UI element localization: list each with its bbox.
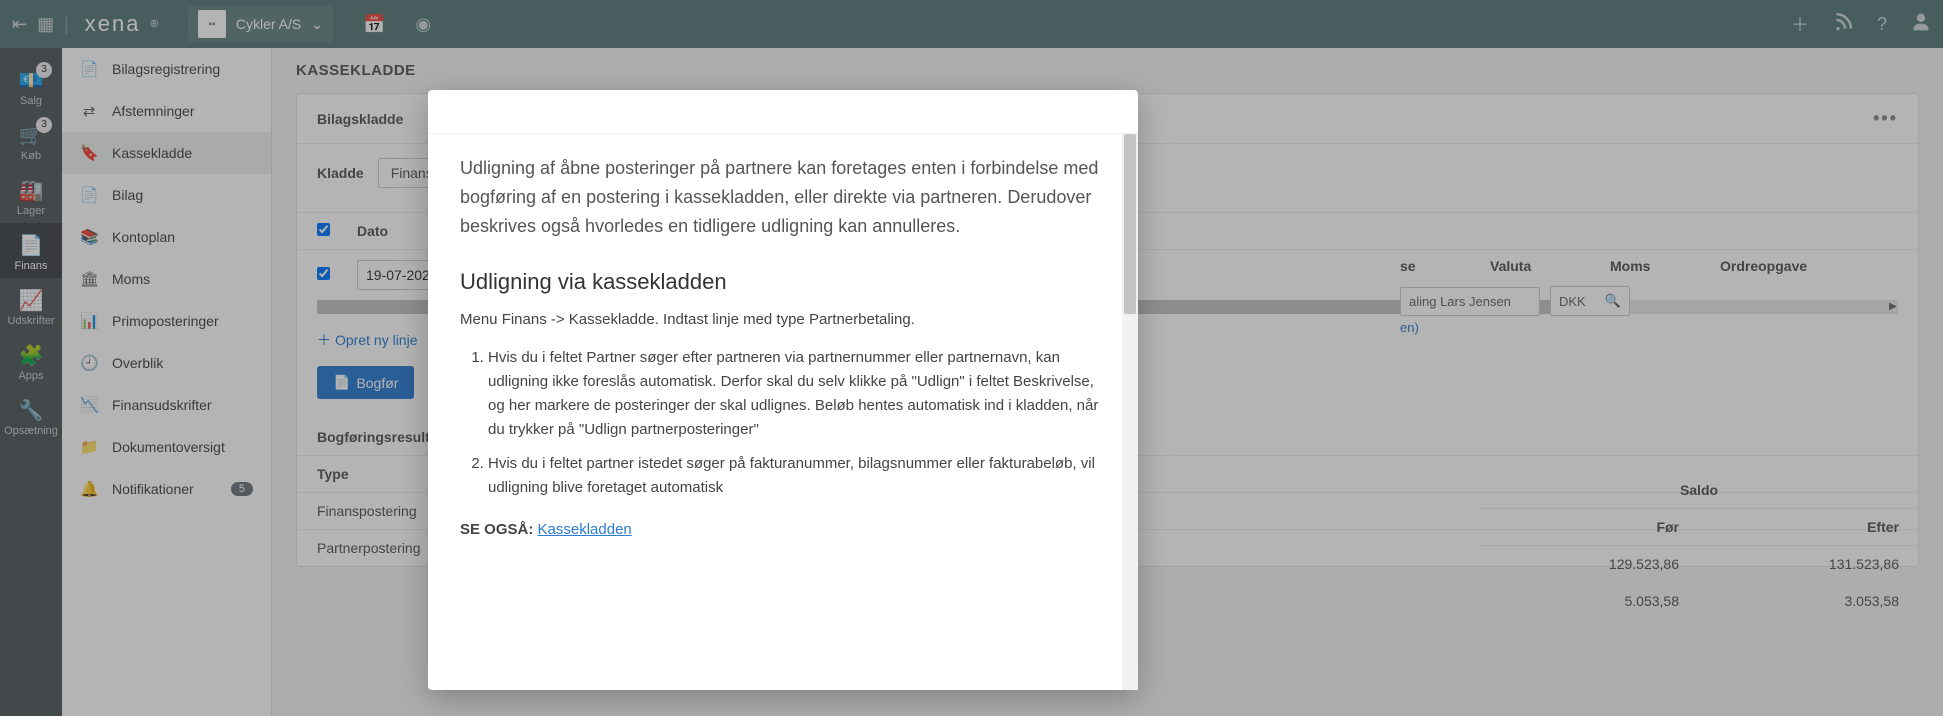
- see-also-label: SE OGSÅ:: [460, 521, 533, 538]
- see-also-link[interactable]: Kassekladden: [538, 521, 632, 538]
- help-modal: Udligning af åbne posteringer på partner…: [428, 90, 1138, 690]
- modal-subtext: Menu Finans -> Kassekladde. Indtast linj…: [460, 308, 1106, 332]
- modal-header: [428, 90, 1138, 134]
- modal-list-item: Hvis du i feltet partner istedet søger p…: [488, 452, 1106, 500]
- modal-intro: Udligning af åbne posteringer på partner…: [460, 154, 1106, 240]
- modal-list-item: Hvis du i feltet Partner søger efter par…: [488, 346, 1106, 442]
- modal-scrollbar[interactable]: [1122, 134, 1138, 690]
- modal-scroll-thumb[interactable]: [1124, 134, 1136, 314]
- modal-heading: Udligning via kassekladden: [460, 264, 1106, 299]
- see-also: SE OGSÅ: Kassekladden: [460, 518, 1106, 542]
- modal-body: Udligning af åbne posteringer på partner…: [428, 134, 1138, 690]
